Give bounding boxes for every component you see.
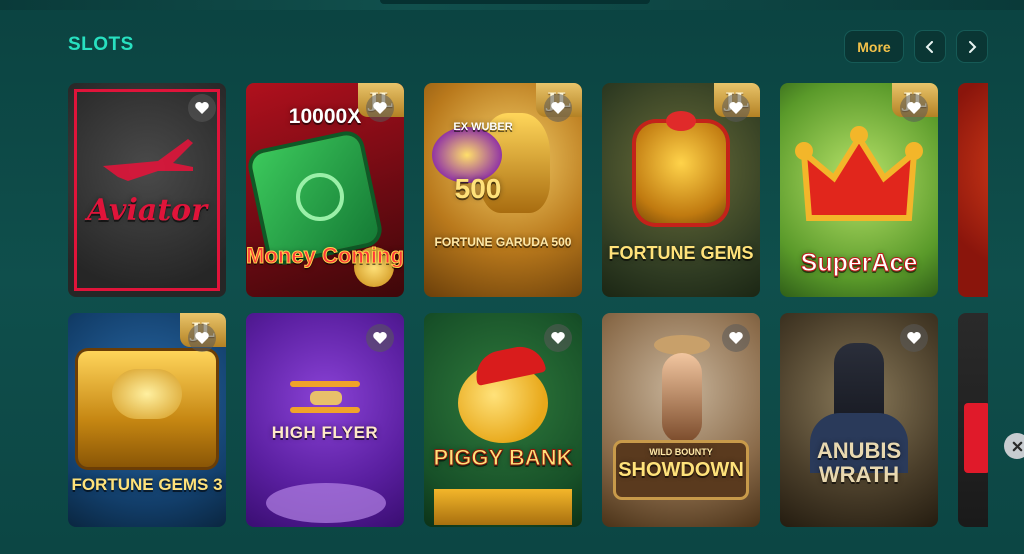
- game-title: Aviator: [87, 193, 207, 228]
- game-title: Money Coming: [246, 243, 404, 269]
- partial-art: [958, 313, 988, 527]
- prev-button[interactable]: [914, 30, 946, 63]
- game-title-line1: ANUBIS: [816, 438, 902, 463]
- game-extra: EX WUBER: [453, 121, 513, 133]
- game-card-anubis-wrath[interactable]: ANUBIS WRATH: [780, 313, 938, 527]
- favorite-button[interactable]: [900, 94, 928, 122]
- game-title-line2: WRATH: [818, 462, 900, 487]
- chevron-left-icon: [925, 40, 933, 53]
- game-title: HIGH FLYER: [271, 423, 379, 442]
- game-card-super-ace[interactable]: SuperAce JL: [780, 83, 938, 297]
- next-button[interactable]: [956, 30, 988, 63]
- game-title: SuperAce: [800, 249, 918, 278]
- biplane-icon: [290, 381, 360, 413]
- heart-icon: [195, 102, 209, 114]
- game-title: FORTUNE GEMS 3: [71, 475, 223, 494]
- game-card-money-coming[interactable]: 10000X Money Coming JL: [246, 83, 404, 297]
- game-card-aviator[interactable]: Aviator: [68, 83, 226, 297]
- partial-art: [958, 83, 988, 297]
- favorite-button[interactable]: [366, 324, 394, 352]
- game-card-fortune-garuda[interactable]: EX WUBER 500 FORTUNE GARUDA 500 JL: [424, 83, 582, 297]
- game-title: PIGGY BANK: [433, 445, 573, 471]
- game-card-partial[interactable]: [958, 313, 988, 527]
- game-title: FORTUNE GEMS: [608, 243, 754, 263]
- heart-icon: [729, 102, 743, 114]
- game-card-fortune-gems[interactable]: FORTUNE GEMS JL: [602, 83, 760, 297]
- favorite-button[interactable]: [544, 324, 572, 352]
- heart-icon: [729, 332, 743, 344]
- heart-icon: [373, 102, 387, 114]
- favorite-button[interactable]: [722, 94, 750, 122]
- top-divider: [380, 0, 650, 4]
- game-grid: Aviator 10000X Money Coming JL EX WUBER …: [68, 83, 988, 533]
- heart-icon: [551, 332, 565, 344]
- heart-icon: [907, 332, 921, 344]
- heart-icon: [907, 102, 921, 114]
- game-title: FORTUNE GARUDA 500: [434, 235, 572, 249]
- slots-page: SLOTS More Aviator 10000X Money Coming E…: [0, 0, 1024, 554]
- heart-icon: [373, 332, 387, 344]
- favorite-button[interactable]: [544, 94, 572, 122]
- section-title: SLOTS: [68, 34, 134, 55]
- game-card-fortune-gems-3[interactable]: FORTUNE GEMS 3 JL: [68, 313, 226, 527]
- game-card-piggy-bank[interactable]: PIGGY BANK: [424, 313, 582, 527]
- game-card-partial[interactable]: [958, 83, 988, 297]
- favorite-button[interactable]: [722, 324, 750, 352]
- close-icon: [1012, 441, 1022, 451]
- game-card-showdown[interactable]: WILD BOUNTY SHOWDOWN: [602, 313, 760, 527]
- top-strip: [0, 0, 1024, 10]
- favorite-button[interactable]: [366, 94, 394, 122]
- favorite-button[interactable]: [900, 324, 928, 352]
- plane-icon: [103, 139, 193, 181]
- heart-icon: [551, 102, 565, 114]
- game-value: 500: [454, 173, 502, 204]
- close-button[interactable]: [1004, 433, 1024, 459]
- favorite-button[interactable]: [188, 94, 216, 122]
- game-card-high-flyer[interactable]: HIGH FLYER: [246, 313, 404, 527]
- favorite-button[interactable]: [188, 324, 216, 352]
- chevron-right-icon: [969, 40, 977, 53]
- more-button[interactable]: More: [844, 30, 904, 63]
- jester-crown-icon: [795, 126, 923, 221]
- game-title: SHOWDOWN: [618, 459, 744, 481]
- heart-icon: [195, 332, 209, 344]
- game-kicker: WILD BOUNTY: [649, 447, 713, 457]
